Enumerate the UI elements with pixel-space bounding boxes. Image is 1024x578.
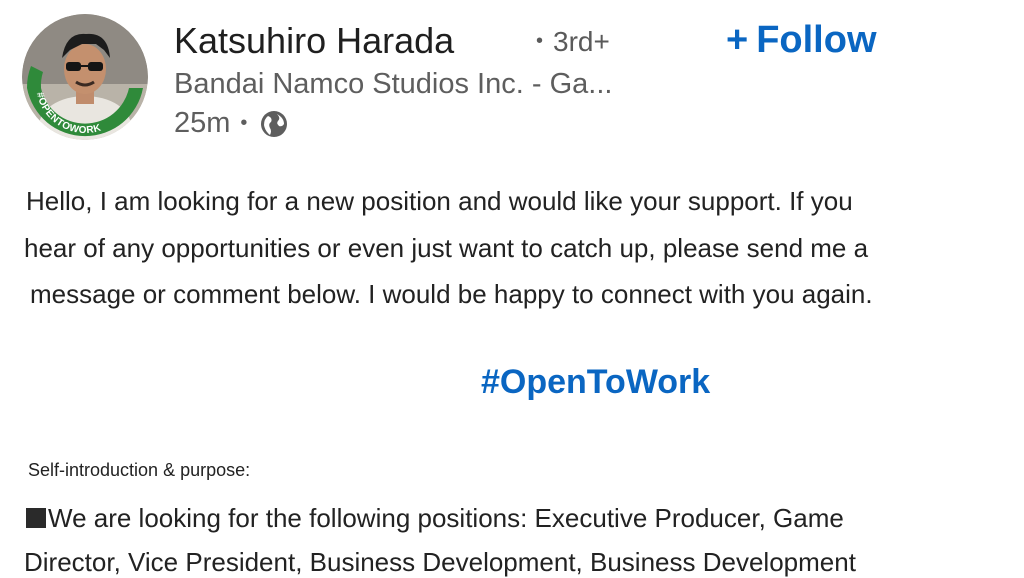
separator-dot: •	[536, 30, 544, 52]
avatar-image: #OPENTOWORK	[22, 14, 148, 140]
post-meta: 25m •	[174, 107, 289, 140]
square-bullet-icon	[26, 508, 46, 528]
avatar[interactable]: #OPENTOWORK	[22, 14, 148, 140]
post-body-line: hear of any opportunities or even just w…	[24, 233, 869, 263]
connection-degree: • 3rd+	[536, 26, 610, 58]
post-time: 25m	[174, 107, 231, 139]
author-name[interactable]: Katsuhiro Harada	[174, 20, 454, 62]
section-label: Self-introduction & purpose:	[28, 460, 251, 480]
author-headline: Bandai Namco Studios Inc. - Ga...	[174, 68, 613, 100]
post-body-line: message or comment below. I would be hap…	[30, 279, 873, 309]
post-body-line: Hello, I am looking for a new position a…	[26, 186, 853, 216]
post-body-text: We are looking for the following positio…	[48, 503, 844, 533]
follow-button[interactable]: + Follow	[726, 19, 877, 62]
post-body-line: We are looking for the following positio…	[26, 503, 844, 534]
follow-label: Follow	[756, 19, 877, 61]
globe-icon	[261, 110, 288, 137]
plus-icon: +	[726, 19, 749, 61]
connection-degree-label: 3rd+	[553, 26, 610, 57]
separator-dot: •	[240, 112, 248, 134]
hashtag-link[interactable]: #OpenToWork	[481, 363, 710, 402]
post-body-line: Director, Vice President, Business Devel…	[24, 547, 856, 577]
